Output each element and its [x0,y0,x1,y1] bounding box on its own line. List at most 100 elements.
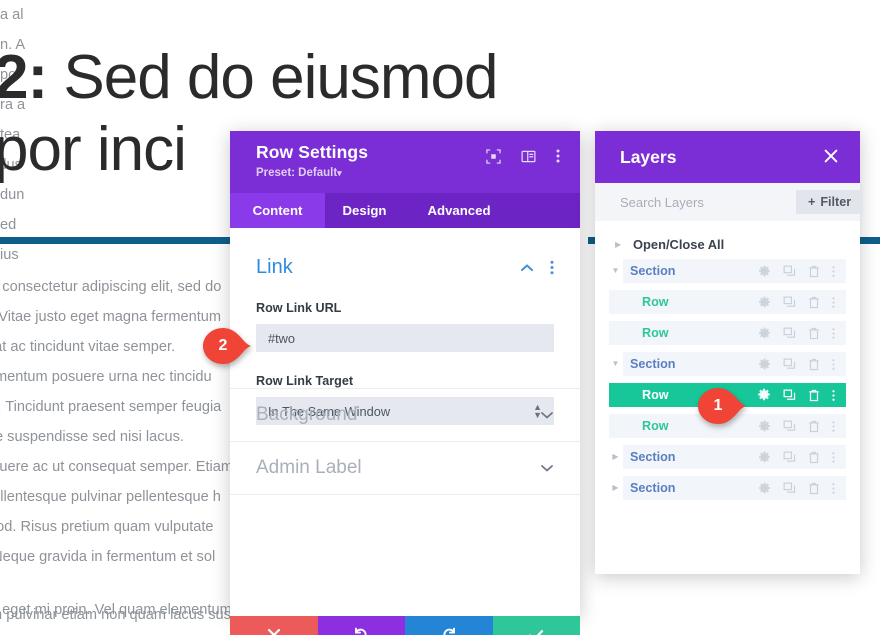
settings-gear-icon[interactable] [758,296,771,309]
page-heading: 2: Sed do eiusmod [0,42,714,114]
more-options-icon[interactable] [832,265,835,278]
triangle-right-icon[interactable]: ▶ [609,452,622,461]
tab-content[interactable]: Content [230,193,325,228]
settings-gear-icon[interactable] [757,388,771,402]
redo-button[interactable] [405,616,493,635]
row-settings-preset[interactable]: Preset: Default▾ [256,167,558,179]
tab-advanced[interactable]: Advanced [404,193,514,228]
paragraph-line: tpat ac tincidunt vitae semper. [0,339,176,355]
layer-row-actions [758,327,846,340]
layer-label: Section [630,264,676,278]
more-options-icon[interactable] [832,327,835,340]
settings-gear-icon[interactable] [758,265,771,278]
delete-trash-icon[interactable] [808,265,820,278]
triangle-down-icon[interactable]: ▼ [609,359,622,368]
accordion-background-label: Background [256,404,358,425]
triangle-right-icon[interactable]: ▶ [609,483,622,492]
more-options-icon[interactable] [550,260,554,275]
duplicate-icon[interactable] [783,482,796,495]
marker-number: 2 [218,337,228,354]
cancel-button[interactable] [230,616,318,635]
layers-list: ▶ Open/Close All ▼ Section ▶ [595,221,860,500]
close-icon[interactable] [824,148,838,166]
layer-row-actions [758,482,846,495]
delete-trash-icon[interactable] [808,482,820,495]
paragraph-line: d. Vitae justo eget magna fermentum [0,309,222,325]
row-settings-header-actions [486,148,560,164]
row-link-url-input[interactable] [256,324,554,352]
duplicate-icon[interactable] [783,296,796,309]
delete-trash-icon[interactable] [808,296,820,309]
layer-row-section[interactable]: Section [623,352,846,376]
layer-row-actions [758,358,846,371]
layer-row-section[interactable]: Section [623,259,846,283]
filter-button[interactable]: + Filter [796,190,864,214]
settings-gear-icon[interactable] [758,451,771,464]
delete-trash-icon[interactable] [808,389,820,402]
paragraph-line: are suspendisse sed nisi lacus. [0,429,184,445]
settings-gear-icon[interactable] [758,327,771,340]
accordion-admin-label[interactable]: Admin Label [230,441,580,494]
callout-marker-2: 2 [199,327,253,365]
fullscreen-icon[interactable] [486,148,501,164]
layer-row-section[interactable]: Section [623,476,846,500]
paragraph-line: . Neque gravida in fermentum et sol [0,549,216,565]
tab-design[interactable]: Design [325,193,404,228]
more-options-icon[interactable] [832,451,835,464]
paragraph-line: ermentum posuere urna nec tincidu [0,369,212,385]
paragraph-line: et, consectetur adipiscing elit, sed do [0,279,222,295]
layer-row-row[interactable]: Row [609,321,846,345]
preset-label: Preset: Default [256,167,338,179]
layer-row-row[interactable]: Row [609,290,846,314]
heading-divider-left [0,237,236,244]
layer-item-wrap: ▶ Section [609,445,846,469]
accordion-admin-label-label: Admin Label [256,457,362,478]
layer-row-section[interactable]: Section [623,445,846,469]
layer-item-wrap: ▼ Section [609,259,846,283]
callout-marker-1: 1 [694,387,748,425]
delete-trash-icon[interactable] [808,420,820,433]
duplicate-icon[interactable] [783,327,796,340]
more-options-icon[interactable] [556,148,560,164]
marker-number: 1 [713,397,723,414]
open-close-all-row[interactable]: ▶ Open/Close All [609,229,846,259]
triangle-down-icon[interactable]: ▼ [609,266,622,275]
more-options-icon[interactable] [832,358,835,371]
layers-panel-title: Layers [620,146,677,167]
more-options-icon[interactable] [832,420,835,433]
save-button[interactable] [492,616,580,635]
duplicate-icon[interactable] [783,420,796,433]
row-settings-body: Link Row Link URL Row Link Target [230,228,580,616]
duplicate-icon[interactable] [783,358,796,371]
layer-item-wrap: ▶ Row [609,321,846,345]
open-close-all-label: Open/Close All [633,236,725,252]
duplicate-icon[interactable] [783,265,796,278]
settings-gear-icon[interactable] [758,358,771,371]
more-options-icon[interactable] [832,482,835,495]
page-heading-text: Sed do eiusmod [47,43,498,112]
layers-panel-header: Layers [595,131,860,183]
settings-gear-icon[interactable] [758,482,771,495]
search-layers-input[interactable] [620,194,796,210]
undo-button[interactable] [317,616,405,635]
layout-view-icon[interactable] [521,149,536,164]
chevron-down-icon [540,463,554,473]
filter-button-label: Filter [820,195,852,209]
plus-icon: + [808,195,816,209]
delete-trash-icon[interactable] [808,327,820,340]
duplicate-icon[interactable] [783,389,796,402]
duplicate-icon[interactable] [783,451,796,464]
screenshot-root: 2: Sed do eiusmod por inci et, consectet… [0,0,880,635]
layer-item-wrap: ▶ Row [609,290,846,314]
accordion-background[interactable]: Background [230,388,580,441]
delete-trash-icon[interactable] [808,451,820,464]
chevron-up-icon[interactable] [520,263,534,273]
more-options-icon[interactable] [832,296,835,309]
more-options-icon[interactable] [832,389,835,402]
paragraph-line: mod. Risus pretium quam vulputate [0,519,214,535]
settings-gear-icon[interactable] [758,420,771,433]
layer-label: Section [630,357,676,371]
layer-row-actions [758,451,846,464]
delete-trash-icon[interactable] [808,358,820,371]
row-settings-panel: Row Settings Preset: Default▾ Content De… [230,131,580,635]
